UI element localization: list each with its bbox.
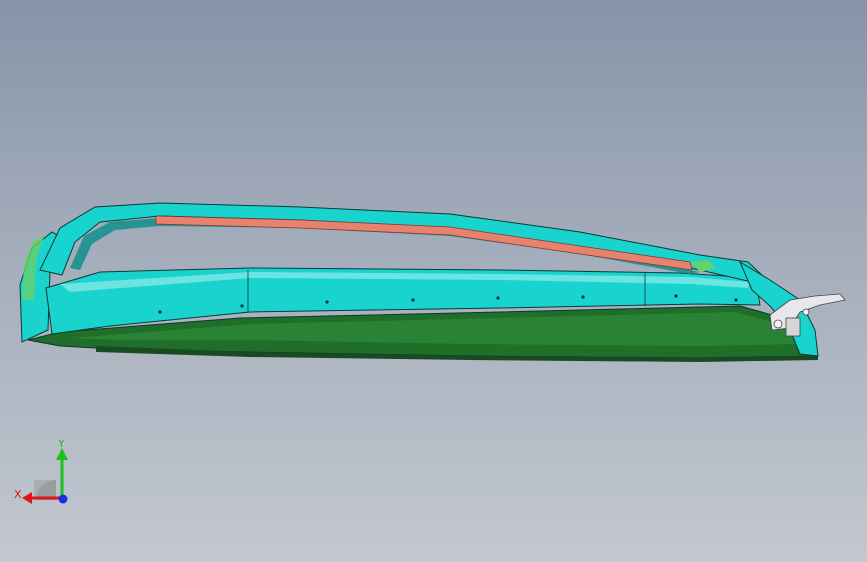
cad-model-view[interactable]: [0, 0, 867, 562]
coordinate-triad: Y X: [14, 440, 68, 504]
y-axis-label: Y: [57, 440, 65, 450]
x-axis-label: X: [14, 488, 22, 501]
z-axis-dot: [58, 494, 68, 504]
cad-viewport[interactable]: Y X: [0, 0, 867, 562]
